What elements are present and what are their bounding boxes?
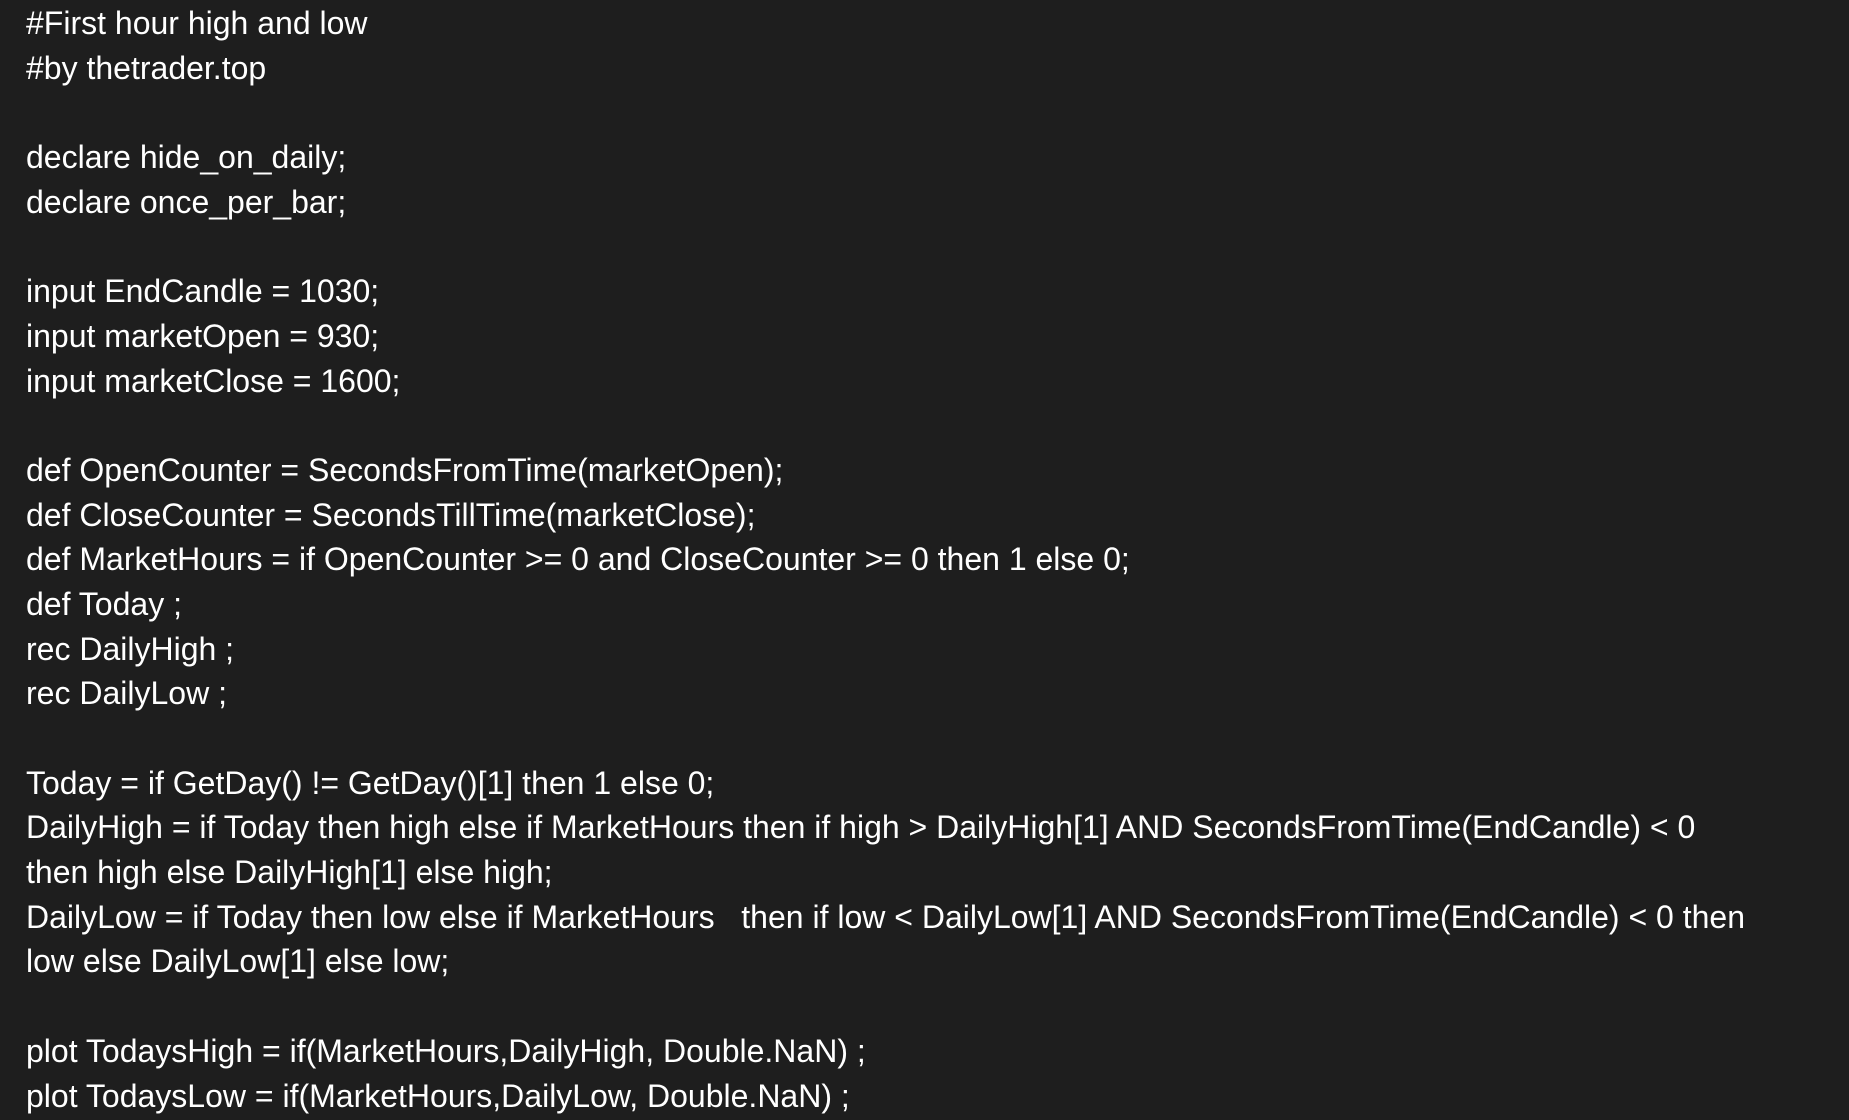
code-line: low else DailyLow[1] else low; [26,943,450,980]
code-line: plot TodaysLow = if(MarketHours,DailyLow… [26,1077,850,1114]
code-line: def CloseCounter = SecondsTillTime(marke… [26,496,756,533]
code-line: DailyHigh = if Today then high else if M… [26,809,1696,846]
code-line: DailyLow = if Today then low else if Mar… [26,898,1746,935]
code-line: rec DailyHigh ; [26,630,235,667]
code-line: input marketOpen = 930; [26,317,380,354]
code-line: #by thetrader.top [26,49,267,86]
code-line: declare hide_on_daily; [26,139,347,176]
code-line: def MarketHours = if OpenCounter >= 0 an… [26,541,1130,578]
code-line: rec DailyLow ; [26,675,227,712]
code-line: declare once_per_bar; [26,183,347,220]
code-line: plot TodaysHigh = if(MarketHours,DailyHi… [26,1032,866,1069]
code-line: Today = if GetDay() != GetDay()[1] then … [26,764,715,801]
code-line: input EndCandle = 1030; [26,273,380,310]
code-editor[interactable]: #First hour high and low #by thetrader.t… [0,0,1849,1120]
code-line: #First hour high and low [26,5,368,41]
code-line: input marketClose = 1600; [26,362,401,399]
code-line: def OpenCounter = SecondsFromTime(market… [26,451,784,488]
code-line: def Today ; [26,585,182,622]
code-line: then high else DailyHigh[1] else high; [26,854,553,891]
